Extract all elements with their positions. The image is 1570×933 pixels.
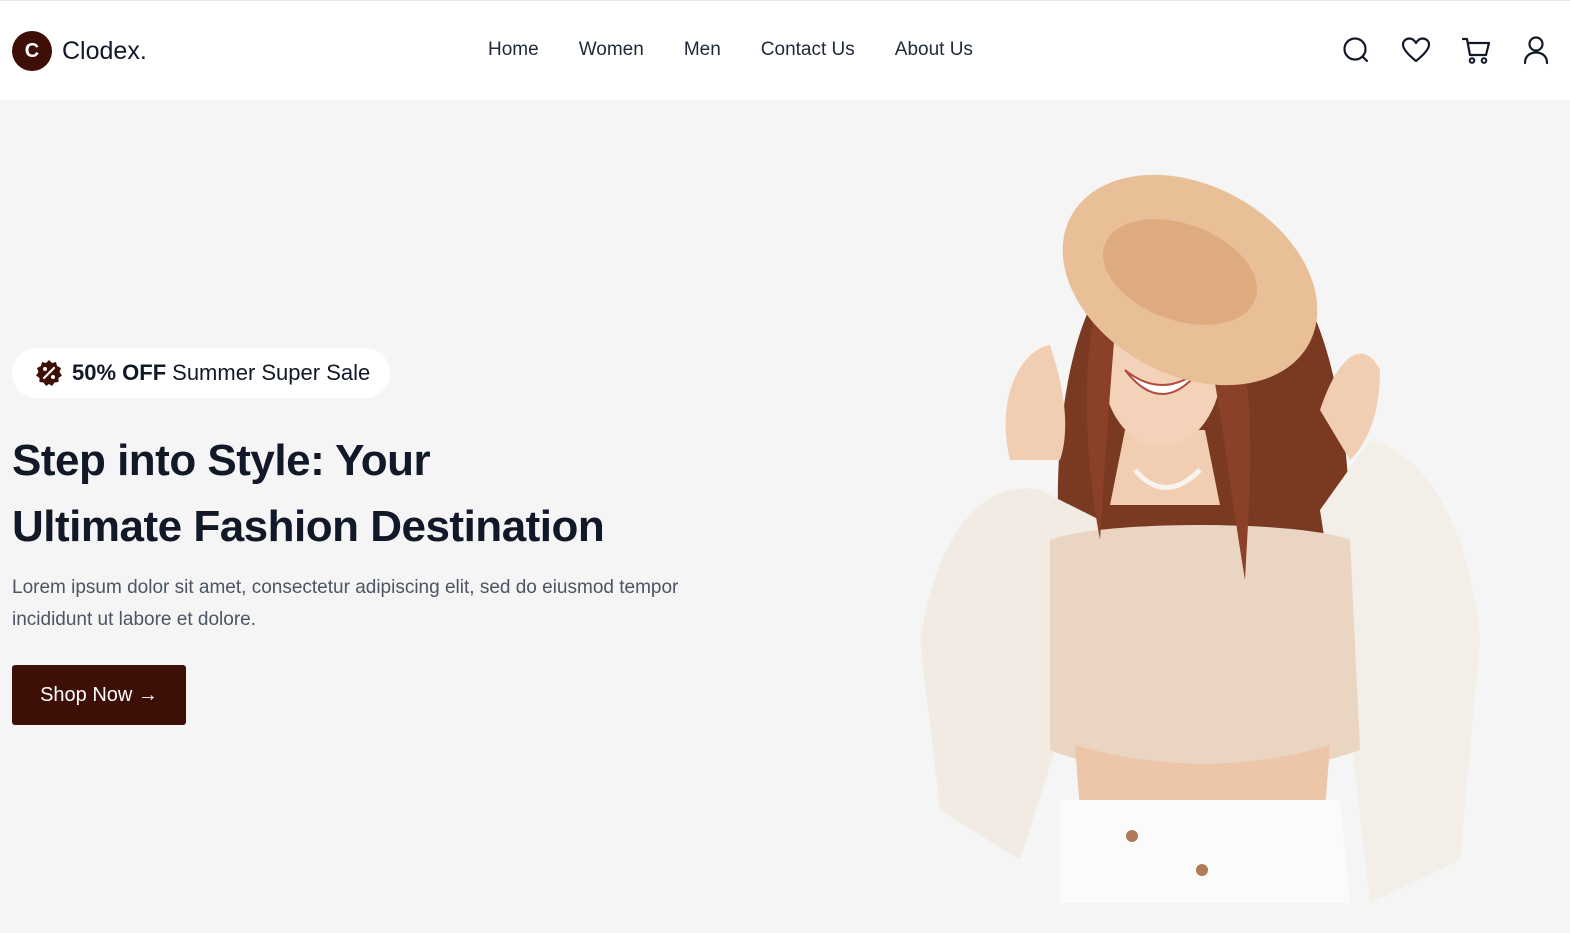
logo[interactable]: C Clodex. xyxy=(12,31,147,71)
sale-discount: 50% OFF xyxy=(72,360,167,385)
brand-name: Clodex. xyxy=(62,36,147,65)
nav-link-women[interactable]: Women xyxy=(579,39,644,61)
shop-now-button[interactable]: Shop Now → xyxy=(12,665,186,725)
navbar: C Clodex. Home Women Men Contact Us Abou… xyxy=(0,0,1570,100)
nav-link-home[interactable]: Home xyxy=(488,39,539,61)
nav-link-about-us[interactable]: About Us xyxy=(895,39,973,61)
discount-badge-icon xyxy=(36,360,62,386)
sale-badge: 50% OFF Summer Super Sale xyxy=(12,348,391,398)
hero-model-image xyxy=(920,174,1480,903)
nav-link-contact-us[interactable]: Contact Us xyxy=(761,39,855,61)
hero-title-line-1: Step into Style: Your xyxy=(12,436,431,485)
nav-link-men[interactable]: Men xyxy=(684,39,721,61)
hero-description: Lorem ipsum dolor sit amet, consectetur … xyxy=(12,577,679,630)
user-icon[interactable] xyxy=(1520,34,1552,66)
cart-icon[interactable] xyxy=(1460,34,1492,66)
sale-label: Summer Super Sale xyxy=(172,360,371,385)
hero-title-line-2: Ultimate Fashion Destination xyxy=(12,502,605,551)
nav-icons xyxy=(1340,34,1552,66)
main-nav: Home Women Men Contact Us About Us xyxy=(488,39,973,61)
heart-icon[interactable] xyxy=(1400,34,1432,66)
hero-title: Step into Style: Your Ultimate Fashion D… xyxy=(12,428,772,560)
logo-mark: C xyxy=(12,31,52,71)
search-icon[interactable] xyxy=(1340,34,1372,66)
